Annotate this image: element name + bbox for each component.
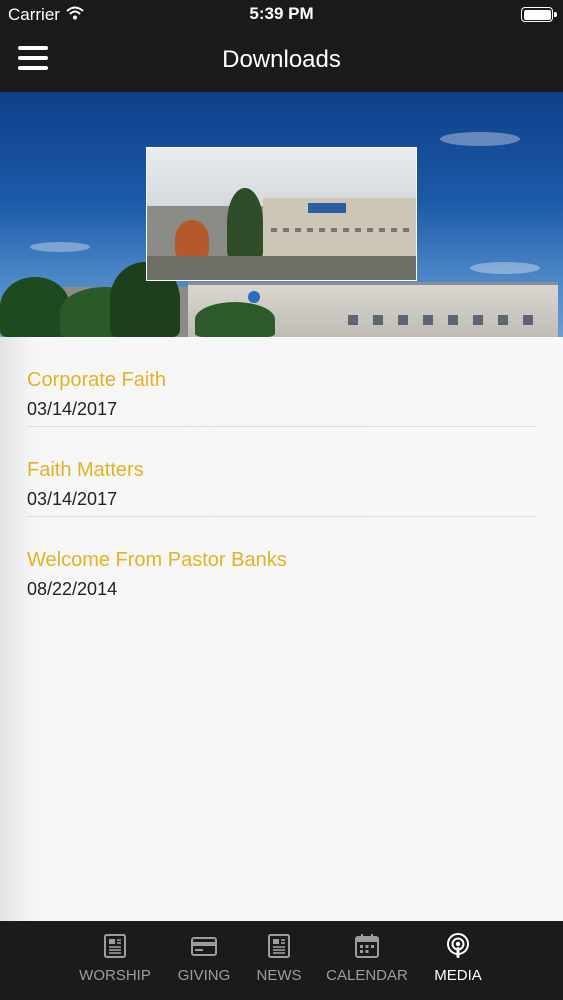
newspaper-icon [268,934,290,958]
download-date: 08/22/2014 [27,579,118,599]
clock-time: 5:39 PM [249,4,314,23]
tab-news[interactable]: NEWS [255,933,303,984]
tab-giving[interactable]: GIVING [176,933,232,984]
tab-media[interactable]: MEDIA [432,933,484,984]
podcast-icon [447,933,469,958]
navigation-bar: Downloads [0,28,563,92]
download-title: Welcome From Pastor Banks [27,549,287,571]
download-item[interactable]: Corporate Faith 03/14/2017 [27,337,536,427]
tab-label: GIVING [177,967,231,984]
download-item[interactable]: Faith Matters 03/14/2017 [27,427,536,517]
tab-label: WORSHIP [79,967,151,984]
calendar-icon [355,934,379,958]
downloads-list: Corporate Faith 03/14/2017 Faith Matters… [27,337,536,607]
download-title: Corporate Faith [27,369,166,391]
battery-icon [521,7,557,22]
download-item[interactable]: Welcome From Pastor Banks 08/22/2014 [27,517,536,607]
status-bar: Carrier 5:39 PM [0,0,563,28]
tab-worship[interactable]: WORSHIP [79,933,151,984]
church-photo [146,147,417,281]
tab-label: NEWS [256,967,302,984]
download-date: 03/14/2017 [27,399,118,419]
document-icon [104,934,126,958]
tab-calendar[interactable]: CALENDAR [326,933,408,984]
credit-card-icon [191,937,217,956]
tab-label: CALENDAR [326,967,408,984]
page-title: Downloads [222,46,341,73]
tab-label: MEDIA [434,967,482,984]
bottom-tab-bar: WORSHIP GIVING NEWS CALENDAR MEDIA [0,921,563,1000]
downloads-content: Corporate Faith 03/14/2017 Faith Matters… [0,337,563,921]
download-date: 03/14/2017 [27,489,118,509]
hero-banner-image [0,92,563,337]
download-title: Faith Matters [27,459,144,481]
